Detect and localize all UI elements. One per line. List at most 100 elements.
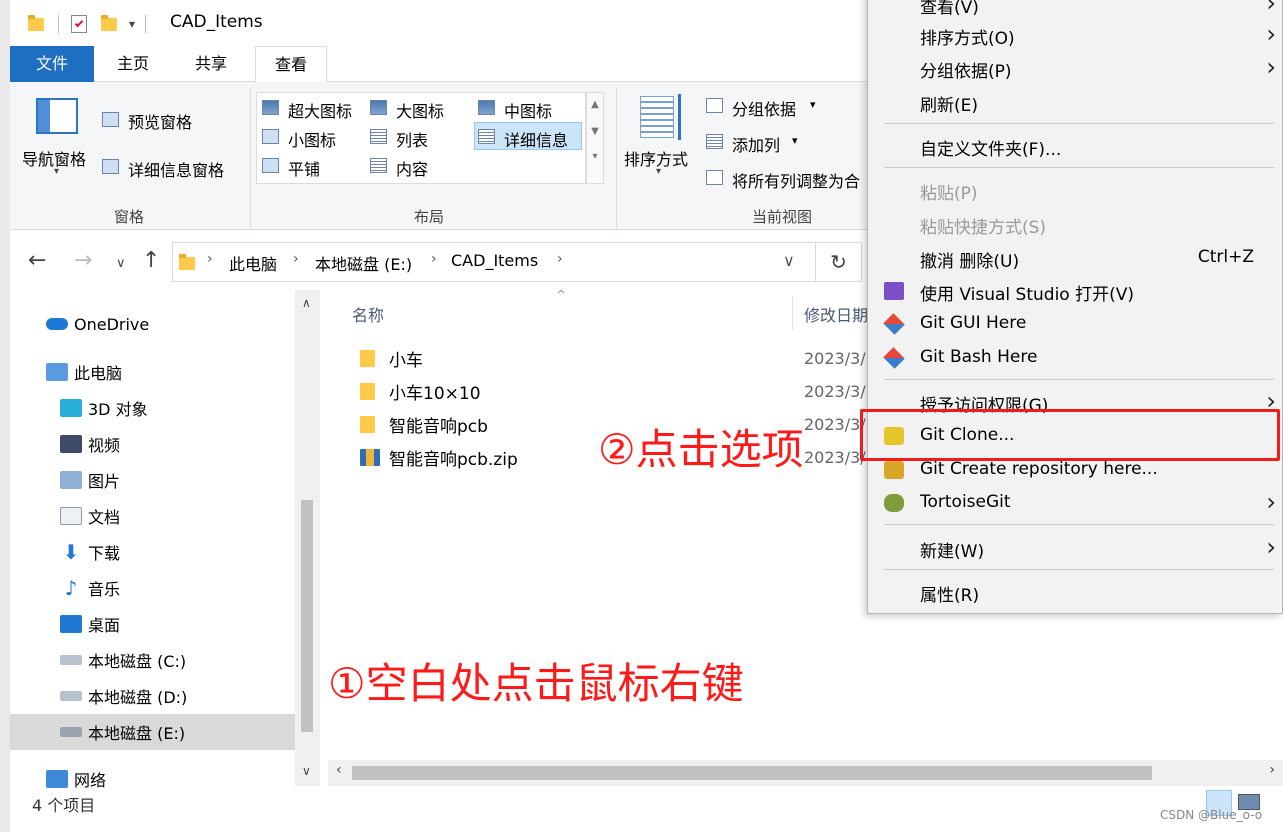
navigation-pane-icon[interactable] — [36, 98, 78, 134]
chevron-right-icon[interactable]: › — [207, 251, 213, 267]
menu-item-undo-delete[interactable]: 撤消 删除(U) Ctrl+Z — [868, 241, 1282, 275]
menu-item-tortoisegit[interactable]: TortoiseGit › — [868, 486, 1282, 520]
separator — [616, 88, 617, 228]
breadcrumb-drive-e[interactable]: 本地磁盘 (E:) — [315, 251, 412, 275]
list-item[interactable]: 小车 — [360, 343, 423, 373]
column-header-date[interactable]: 修改日期 — [804, 302, 868, 326]
column-header-name[interactable]: 名称 — [352, 302, 384, 326]
chevron-down-icon[interactable]: ▾ — [792, 134, 798, 147]
list-item[interactable]: 智能音响pcb — [360, 409, 488, 439]
back-arrow-icon[interactable]: ← — [28, 248, 46, 273]
chevron-right-icon[interactable]: › — [431, 251, 437, 267]
scrollbar-thumb[interactable] — [352, 766, 1152, 780]
drive-icon — [60, 727, 82, 737]
tab-file[interactable]: 文件 — [10, 46, 94, 82]
file-date: 2023/3/1 — [804, 382, 876, 401]
sort-arrow-icon — [678, 94, 684, 140]
preview-pane-button[interactable]: 预览窗格 — [128, 109, 192, 133]
layout-medium-icons[interactable]: 中图标 — [504, 98, 552, 122]
drive-icon — [60, 655, 82, 665]
address-dropdown-icon[interactable]: ∨ — [783, 251, 795, 270]
menu-item-customize-folder[interactable]: 自定义文件夹(F)... — [868, 129, 1282, 163]
menu-item-new[interactable]: 新建(W) › — [868, 531, 1282, 565]
breadcrumb-this-pc[interactable]: 此电脑 — [229, 251, 277, 275]
sidebar-item-label: OneDrive — [74, 314, 150, 334]
sidebar-item-drive-e[interactable]: 本地磁盘 (E:) — [60, 715, 185, 749]
sidebar-item-pictures[interactable]: 图片 — [60, 463, 120, 497]
refresh-icon[interactable]: ↻ — [816, 242, 862, 282]
layout-tiles[interactable]: 平铺 — [288, 156, 320, 180]
list-icon — [370, 129, 387, 144]
menu-item-group-by[interactable]: 分组依据(P) › — [868, 51, 1282, 85]
up-arrow-icon[interactable]: ↑ — [142, 248, 160, 273]
tab-view[interactable]: 查看 — [255, 46, 327, 83]
sidebar-item-music[interactable]: ♪ 音乐 — [60, 571, 120, 605]
details-pane-button[interactable]: 详细信息窗格 — [128, 157, 224, 181]
sidebar-item-3d-objects[interactable]: 3D 对象 — [60, 391, 148, 425]
tab-share[interactable]: 共享 — [172, 46, 250, 82]
sort-ascending-icon: ^ — [556, 288, 567, 302]
breadcrumb-cad-items[interactable]: CAD_Items — [451, 251, 538, 270]
chevron-down-icon[interactable]: ▾ — [54, 166, 59, 177]
chevron-right-icon: › — [1266, 0, 1276, 17]
menu-item-refresh[interactable]: 刷新(E) — [868, 85, 1282, 119]
chevron-down-icon[interactable]: ▾ — [656, 166, 661, 177]
chevron-right-icon[interactable]: › — [293, 251, 299, 267]
menu-item-paste[interactable]: 粘贴(P) — [868, 173, 1282, 207]
list-item[interactable]: 小车10×10 — [360, 376, 481, 406]
properties-icon[interactable] — [71, 15, 87, 33]
status-item-count: 4 个项目 — [32, 796, 96, 815]
file-name: 小车 — [389, 350, 423, 371]
cloud-icon — [46, 318, 68, 330]
menu-item-label: Git Bash Here — [920, 347, 1038, 367]
menu-item-git-gui[interactable]: Git GUI Here — [868, 307, 1282, 341]
chevron-down-icon[interactable]: ▾ — [810, 98, 816, 111]
navigation-pane-scrollbar[interactable]: ∧ ∨ — [295, 290, 320, 786]
layout-content[interactable]: 内容 — [396, 156, 428, 180]
sidebar-item-documents[interactable]: 文档 — [60, 499, 120, 533]
layout-list[interactable]: 列表 — [396, 127, 428, 151]
sidebar-item-downloads[interactable]: ⬇ 下载 — [60, 535, 120, 569]
customize-dropdown-icon[interactable]: ▾ — [129, 17, 135, 31]
sidebar-item-label: 3D 对象 — [88, 400, 148, 419]
recent-locations-chevron-icon[interactable]: ∨ — [116, 256, 126, 271]
menu-item-label: 属性(R) — [920, 586, 980, 606]
file-date: 2023/3/1 — [804, 349, 876, 368]
list-item[interactable]: 智能音响pcb.zip — [360, 442, 518, 472]
sidebar-item-drive-d[interactable]: 本地磁盘 (D:) — [60, 679, 187, 713]
new-folder-icon[interactable] — [101, 14, 117, 31]
size-columns-button[interactable]: 将所有列调整为合 — [732, 168, 860, 192]
menu-item-sort-by[interactable]: 排序方式(O) › — [868, 18, 1282, 52]
layout-large-icons[interactable]: 大图标 — [396, 98, 444, 122]
add-columns-button[interactable]: 添加列 — [732, 132, 780, 156]
scrollbar-thumb[interactable] — [301, 500, 313, 732]
sidebar-item-this-pc[interactable]: 此电脑 — [46, 355, 122, 389]
address-bar[interactable]: › 此电脑 › 本地磁盘 (E:) › CAD_Items › ∨ — [172, 242, 816, 282]
sidebar-item-label: 视频 — [88, 436, 121, 455]
menu-item-label: 自定义文件夹(F)... — [920, 140, 1062, 160]
menu-item-open-visual-studio[interactable]: 使用 Visual Studio 打开(V) — [868, 274, 1282, 308]
sidebar-item-videos[interactable]: 视频 — [60, 427, 120, 461]
menu-item-label: 分组依据(P) — [920, 62, 1012, 82]
sidebar-item-drive-c[interactable]: 本地磁盘 (C:) — [60, 643, 186, 677]
file-list-horizontal-scrollbar[interactable]: ‹ › — [328, 760, 1283, 786]
chevron-right-icon[interactable]: › — [557, 251, 563, 267]
sidebar-item-onedrive[interactable]: OneDrive — [46, 307, 149, 341]
sidebar-item-desktop[interactable]: 桌面 — [60, 607, 120, 641]
sidebar-item-label: 图片 — [88, 472, 121, 491]
layout-gallery-scroll[interactable]: ▲ ▼ ▾ — [586, 92, 604, 184]
menu-item-properties[interactable]: 属性(R) — [868, 575, 1282, 609]
tab-home[interactable]: 主页 — [96, 46, 170, 82]
medium-icons-icon — [478, 100, 495, 115]
menu-item-paste-shortcut[interactable]: 粘贴快捷方式(S) — [868, 207, 1282, 241]
group-by-button[interactable]: 分组依据 — [732, 96, 796, 120]
details-pane-icon — [102, 159, 119, 174]
menu-item-git-bash[interactable]: Git Bash Here — [868, 341, 1282, 375]
sidebar-item-network[interactable]: 网络 — [46, 762, 106, 796]
forward-arrow-icon[interactable]: → — [74, 248, 92, 273]
layout-extra-large-icons[interactable]: 超大图标 — [288, 98, 352, 122]
menu-item-label: 排序方式(O) — [920, 29, 1015, 49]
layout-small-icons[interactable]: 小图标 — [288, 127, 336, 151]
layout-details[interactable]: 详细信息 — [504, 127, 568, 151]
menu-item-label: Git Create repository here... — [920, 459, 1158, 479]
